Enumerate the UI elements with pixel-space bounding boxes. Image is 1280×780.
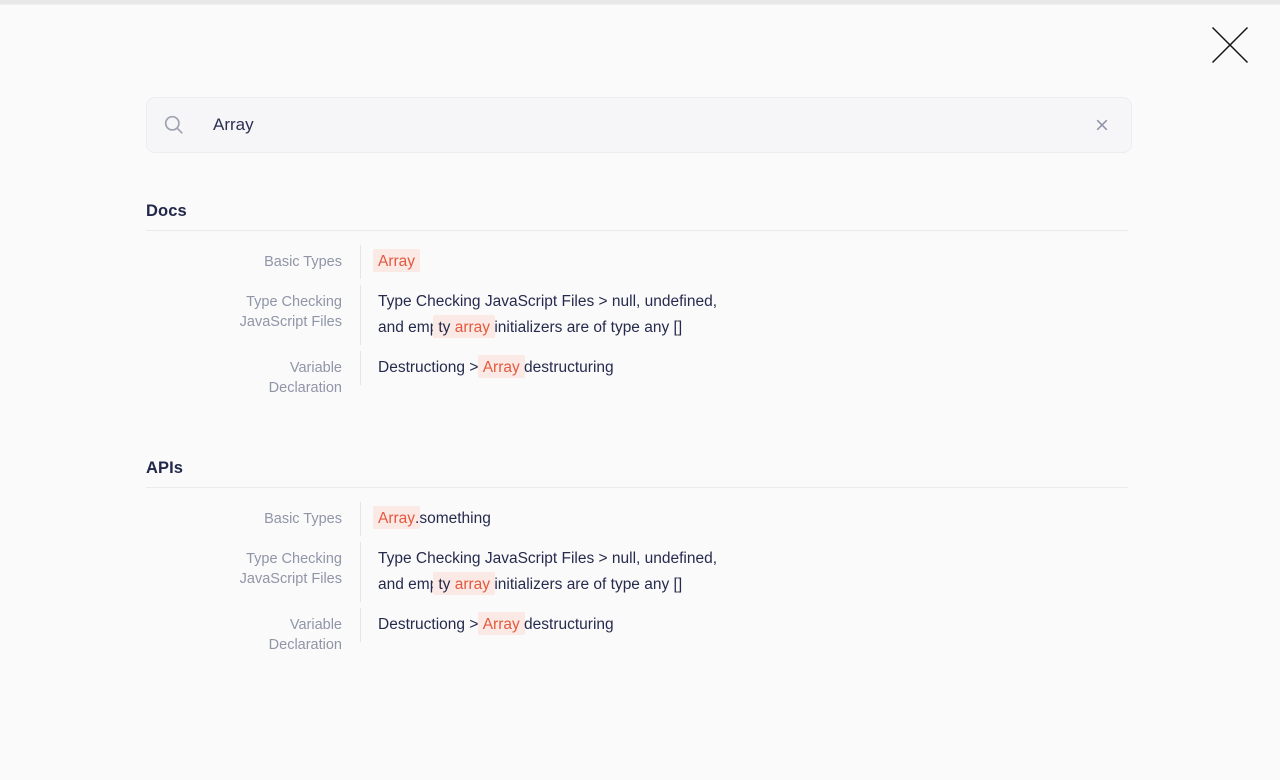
result-content: Destructiong > Array destructuring: [360, 612, 614, 638]
result-content: Array: [360, 249, 415, 275]
clear-search-button[interactable]: [1087, 110, 1117, 140]
result-label: Type CheckingJavaScript Files: [146, 546, 342, 589]
result-rows: Basic Types Array.something Type CheckingJ…: [146, 502, 1128, 659]
search-input[interactable]: [213, 115, 1077, 135]
result-content: Destructiong > Array destructuring: [360, 355, 614, 381]
close-icon: [1210, 25, 1250, 65]
result-label: Basic Types: [146, 506, 342, 529]
section-divider: [146, 230, 1128, 231]
section-divider: [146, 487, 1128, 488]
search-bar[interactable]: [146, 97, 1132, 153]
section-title: APIs: [146, 460, 1128, 477]
window-top-edge: [0, 0, 1280, 5]
result-label: VariableDeclaration: [146, 355, 342, 398]
section-title: Docs: [146, 203, 1128, 220]
result-content: Type Checking JavaScript Files > null, u…: [360, 289, 717, 341]
result-row[interactable]: VariableDeclaration Destructiong > Array …: [146, 351, 1128, 402]
clear-icon: [1094, 117, 1110, 133]
highlight-mark: Array: [373, 249, 420, 272]
result-label: Basic Types: [146, 249, 342, 272]
result-label: Type CheckingJavaScript Files: [146, 289, 342, 332]
search-icon: [163, 114, 185, 136]
result-row[interactable]: Type CheckingJavaScript Files Type Checki…: [146, 285, 1128, 345]
highlight-mark: Array: [478, 612, 525, 635]
highlight-mark: ty array: [433, 315, 495, 338]
result-rows: Basic Types Array Type CheckingJavaScript …: [146, 245, 1128, 402]
results-section-apis: APIs Basic Types Array.something Type Check…: [146, 460, 1128, 659]
results-section-docs: Docs Basic Types Array Type CheckingJavaScr…: [146, 203, 1128, 402]
result-content: Array.something: [360, 506, 491, 532]
result-row[interactable]: Type CheckingJavaScript Files Type Checki…: [146, 542, 1128, 602]
close-button[interactable]: [1209, 24, 1251, 66]
highlight-mark: Array: [478, 355, 525, 378]
results-container: Docs Basic Types Array Type CheckingJavaScr…: [146, 203, 1128, 665]
highlight-mark: Array: [373, 506, 420, 529]
result-content: Type Checking JavaScript Files > null, u…: [360, 546, 717, 598]
result-row[interactable]: VariableDeclaration Destructiong > Array …: [146, 608, 1128, 659]
result-label: VariableDeclaration: [146, 612, 342, 655]
highlight-mark: ty array: [433, 572, 495, 595]
result-row[interactable]: Basic Types Array.something: [146, 502, 1128, 536]
result-row[interactable]: Basic Types Array: [146, 245, 1128, 279]
